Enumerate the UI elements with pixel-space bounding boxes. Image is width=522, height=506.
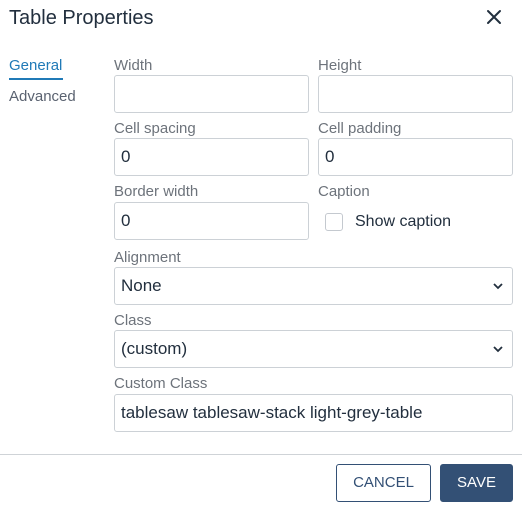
dialog-title: Table Properties <box>9 7 154 29</box>
close-button[interactable] <box>484 7 504 27</box>
border-width-input[interactable] <box>114 202 309 240</box>
close-icon <box>487 10 501 24</box>
chevron-down-icon <box>493 283 503 290</box>
show-caption-toggle[interactable]: Show caption <box>325 210 451 234</box>
custom-class-input[interactable] <box>114 394 513 432</box>
chevron-down-icon <box>493 346 503 353</box>
border-width-label: Border width <box>114 183 199 200</box>
alignment-select[interactable]: None <box>114 267 513 305</box>
cell-spacing-input[interactable] <box>114 138 309 176</box>
width-input[interactable] <box>114 75 309 113</box>
height-label: Height <box>318 57 362 74</box>
cell-padding-label: Cell padding <box>318 120 402 137</box>
alignment-selected-value: None <box>121 276 162 295</box>
caption-label: Caption <box>318 183 370 200</box>
save-button[interactable]: SAVE <box>440 464 513 502</box>
show-caption-checkbox[interactable] <box>325 213 343 231</box>
show-caption-label: Show caption <box>355 213 452 230</box>
height-input[interactable] <box>318 75 513 113</box>
width-label: Width <box>114 57 153 74</box>
custom-class-label: Custom Class <box>114 375 208 392</box>
cell-padding-input[interactable] <box>318 138 513 176</box>
footer-divider <box>0 454 522 455</box>
table-properties-dialog: Table Properties General Advanced Width … <box>0 0 522 506</box>
class-label: Class <box>114 312 152 329</box>
alignment-label: Alignment <box>114 249 181 266</box>
class-selected-value: (custom) <box>121 339 188 358</box>
tab-list: General Advanced <box>9 56 76 107</box>
cell-spacing-label: Cell spacing <box>114 120 196 137</box>
tab-advanced[interactable]: Advanced <box>9 87 76 107</box>
cancel-button[interactable]: CANCEL <box>336 464 431 502</box>
tab-general[interactable]: General <box>9 56 63 80</box>
class-select[interactable]: (custom) <box>114 330 513 368</box>
